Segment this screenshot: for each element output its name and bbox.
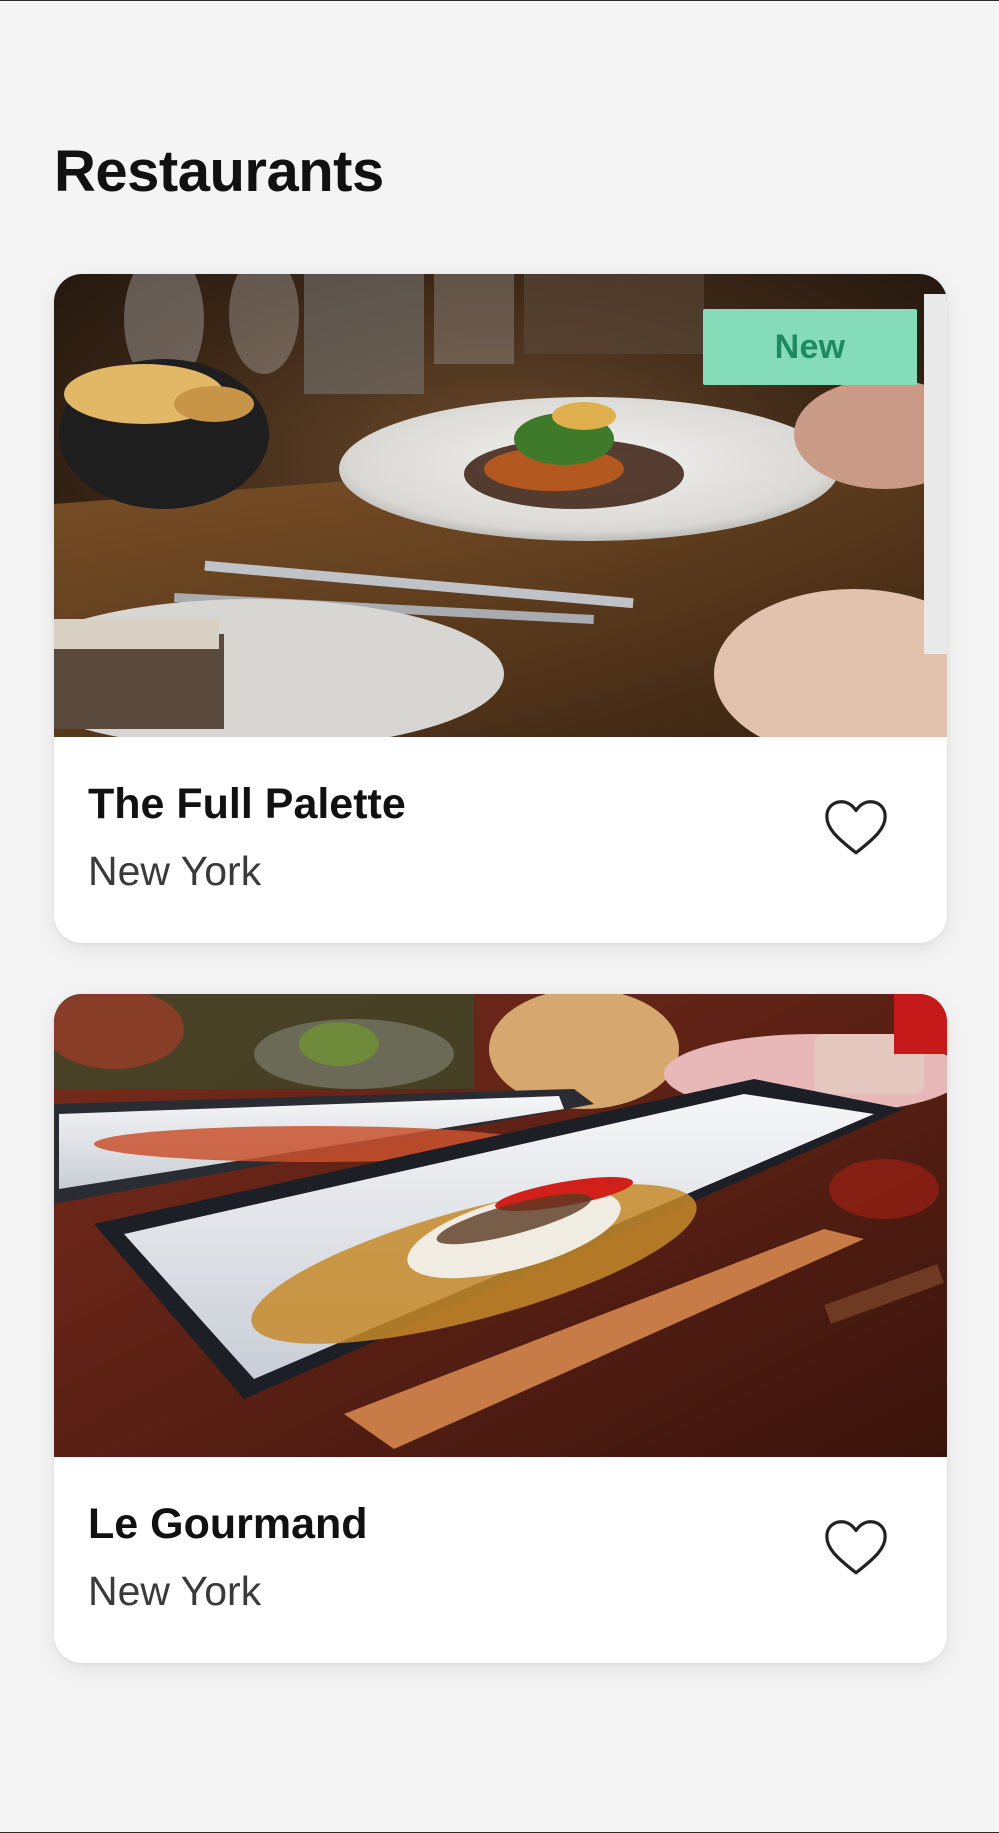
restaurant-info: The Full Palette New York: [54, 737, 947, 943]
favorite-button[interactable]: [821, 1513, 891, 1583]
restaurant-name: The Full Palette: [88, 780, 406, 828]
new-badge: New: [703, 309, 917, 385]
favorite-button[interactable]: [821, 793, 891, 863]
restaurant-location: New York: [88, 1568, 262, 1614]
restaurant-photo-fish-dish: [54, 994, 947, 1457]
page-title: Restaurants: [54, 139, 384, 204]
restaurant-card[interactable]: Le Gourmand New York: [54, 994, 947, 1663]
restaurant-photo: New: [54, 274, 947, 737]
restaurant-info: Le Gourmand New York: [54, 1457, 947, 1663]
heart-outline-icon: [825, 1520, 887, 1575]
restaurant-photo: [54, 994, 947, 1457]
restaurant-name: Le Gourmand: [88, 1500, 368, 1548]
restaurant-location: New York: [88, 848, 262, 894]
heart-outline-icon: [825, 800, 887, 855]
restaurant-card[interactable]: New The Full Palette New York: [54, 274, 947, 943]
